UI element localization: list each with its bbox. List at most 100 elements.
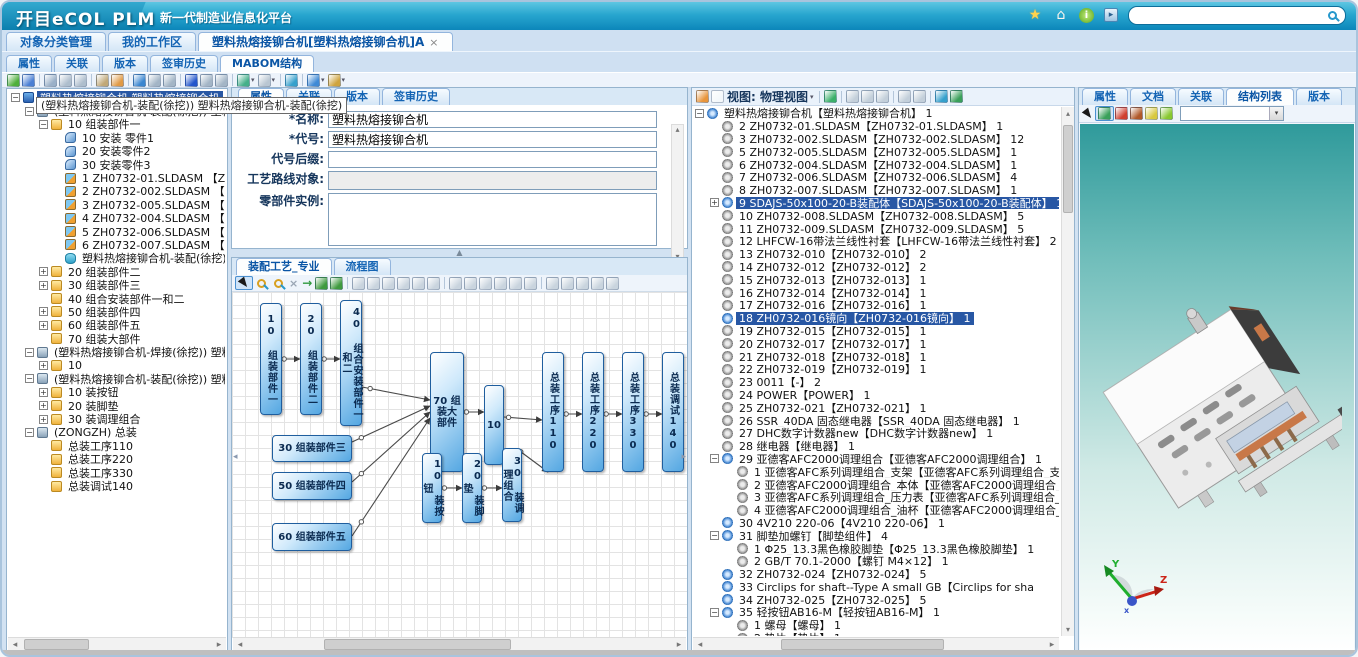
home-icon[interactable]: ⌂	[1053, 7, 1069, 23]
tree-row[interactable]: 1 亚德客AFC系列调理组合_支架【亚德客AFC系列调理组合_支架】	[694, 465, 1059, 478]
right-tab-versions[interactable]: 版本	[1296, 88, 1342, 105]
tree-row[interactable]: 22 ZH0732-019【ZH0732-019】 1	[694, 363, 1059, 376]
scroll-right-icon[interactable]: ▸	[212, 640, 226, 650]
tree-row[interactable]: 33 Circlips for shaft--Type A small GB【C…	[694, 580, 1059, 593]
expand-toggle-icon[interactable]: +	[39, 388, 48, 397]
expand-toggle-icon[interactable]: −	[11, 93, 20, 102]
flow-canvas[interactable]: 10 组装部件一20 组装部件二40 组合安装部件一和二70 组装大部件10总装…	[232, 292, 687, 638]
scroll-up-icon[interactable]: ▴	[1062, 107, 1074, 120]
same-height-icon[interactable]	[494, 277, 507, 290]
tree-row[interactable]: −塑料热熔接铆合机【塑料热熔接铆合机】 1	[694, 107, 1059, 120]
panel-toggle-icon[interactable]	[696, 90, 709, 103]
expand-toggle-icon[interactable]: +	[39, 267, 48, 276]
tree-row[interactable]: 2 ZH0732-002.SLDASM 【ZH0732-002.SLDASM】	[9, 185, 225, 198]
tree-row[interactable]: 13 ZH0732-010【ZH0732-010】 2	[694, 248, 1059, 261]
snap-bottom-icon[interactable]	[591, 277, 604, 290]
tree-row[interactable]: −31 脚垫加螺钉【脚垫组件】 4	[694, 529, 1059, 542]
tree-row[interactable]: 26 SSR_40DA 固态继电器【SSR_40DA 固态继电器】 1	[694, 414, 1059, 427]
align-bottom-icon[interactable]	[367, 277, 380, 290]
rotate-icon-selected[interactable]	[1095, 106, 1114, 121]
same-width-icon[interactable]	[479, 277, 492, 290]
flow-node[interactable]: 总装工序220	[582, 352, 604, 472]
tree-row[interactable]: 10 安装 零件1	[9, 131, 225, 144]
dropdown-caret-icon[interactable]: ▾	[272, 76, 276, 84]
right-tab-documents[interactable]: 文档	[1130, 88, 1176, 105]
tree-row[interactable]: 6 ZH0732-007.SLDASM 【ZH0732-007.SLDASM】	[9, 238, 225, 251]
logout-icon[interactable]: ▸	[1104, 8, 1118, 22]
tree-row[interactable]: 18 ZH0732-016镜向【ZH0732-016镜向】 1	[694, 312, 1059, 325]
tree-row[interactable]: 27 DHC数字计数器new【DHC数字计数器new】 1	[694, 427, 1059, 440]
expand-v-icon[interactable]	[561, 277, 574, 290]
select-cursor-icon[interactable]	[238, 277, 250, 290]
structure-clone-icon[interactable]	[74, 74, 87, 87]
combo-caret-icon[interactable]: ▾	[1269, 107, 1283, 120]
compare-icon[interactable]	[824, 90, 837, 103]
refresh-icon[interactable]	[950, 90, 963, 103]
left-tree-hscrollbar[interactable]: ◂ ▸	[8, 637, 226, 651]
save-icon[interactable]	[22, 74, 35, 87]
close-tab-icon[interactable]: ×	[429, 36, 438, 49]
flow-node[interactable]: 50 组装部件四	[272, 472, 352, 500]
tree-row[interactable]: −29 亚德客AFC2000调理组合【亚德客AFC2000调理组合】 1	[694, 453, 1059, 466]
edit-icon[interactable]	[7, 74, 20, 87]
tree-row[interactable]: 5 ZH0732-006.SLDASM 【ZH0732-006.SLDASM】	[9, 225, 225, 238]
scroll-right-icon[interactable]: ▸	[1045, 640, 1059, 650]
expand-toggle-icon[interactable]: −	[710, 454, 719, 463]
search-icon[interactable]	[935, 90, 948, 103]
tree-row[interactable]: +30 装调理组合	[9, 412, 225, 425]
flow-node[interactable]: 20 组装部件二	[300, 303, 322, 415]
flow-node[interactable]: 10 组装部件一	[260, 303, 282, 415]
expand-toggle-icon[interactable]: −	[25, 428, 34, 437]
expand-toggle-icon[interactable]: +	[39, 415, 48, 424]
tree-row[interactable]: +20 组装部件二	[9, 265, 225, 278]
distribute-v-icon[interactable]	[464, 277, 477, 290]
name-field[interactable]	[328, 111, 657, 128]
tree-row[interactable]: 30 安装零件3	[9, 158, 225, 171]
tree-row[interactable]: 25 ZH0732-021【ZH0732-021】 1	[694, 401, 1059, 414]
flow-tab-assembly-process[interactable]: 装配工艺_专业	[236, 258, 332, 275]
redo-link-icon[interactable]	[330, 277, 343, 290]
expand-toggle-icon[interactable]: −	[710, 531, 719, 540]
export-icon[interactable]	[328, 74, 341, 87]
layout-view-icon[interactable]	[258, 74, 271, 87]
align-left-icon[interactable]	[382, 277, 395, 290]
snap-top-icon[interactable]	[576, 277, 589, 290]
expand-toggle-icon[interactable]: −	[710, 608, 719, 617]
tree-row[interactable]: 15 ZH0732-013【ZH0732-013】 1	[694, 273, 1059, 286]
expand-h-icon[interactable]	[546, 277, 559, 290]
flow-node[interactable]: 30 组装部件三	[272, 435, 352, 462]
tab-current-object[interactable]: 塑料热熔接铆合机[塑料热熔接铆合机]A×	[198, 32, 452, 51]
tree-row[interactable]: 10 ZH0732-008.SLDASM【ZH0732-008.SLDASM】 …	[694, 209, 1059, 222]
dropdown-caret-icon[interactable]: ▾	[321, 76, 325, 84]
tree-row[interactable]: 1 Φ25_13.3黑色橡胶脚垫【Φ25_13.3黑色橡胶脚垫】 1	[694, 542, 1059, 555]
tree-row[interactable]: +9 SDAJS-50x100-20-B装配体【SDAJS-50x100-20-…	[694, 197, 1059, 210]
tab-mabom-structure[interactable]: MABOM结构	[220, 55, 314, 72]
tree-row[interactable]: −(ZONGZH) 总装	[9, 426, 225, 439]
tree-row[interactable]: 6 ZH0732-004.SLDASM【ZH0732-004.SLDASM】 1	[694, 158, 1059, 171]
fit-view-icon[interactable]	[1160, 107, 1173, 120]
tree-row[interactable]: 总装工序220	[9, 453, 225, 466]
search-icon[interactable]	[285, 74, 298, 87]
part-instance-field[interactable]	[328, 193, 657, 246]
collapse-left-icon[interactable]: ◂	[233, 452, 238, 462]
right-tab-relations[interactable]: 关联	[1178, 88, 1224, 105]
tree-row[interactable]: 4 ZH0732-004.SLDASM 【ZH0732-004.SLDASM】	[9, 212, 225, 225]
viewer-3d-canvas[interactable]: Y Z x	[1080, 124, 1354, 651]
tab-my-workspace[interactable]: 我的工作区	[108, 32, 196, 51]
tree-row[interactable]: 2 ZH0732-01.SLDASM【ZH0732-01.SLDASM】 1	[694, 120, 1059, 133]
rotate-icon[interactable]	[1098, 107, 1111, 120]
zoom-window-icon[interactable]	[1145, 107, 1158, 120]
tree-row[interactable]: +60 组装部件五	[9, 319, 225, 332]
flow-node[interactable]: 总装工序110	[542, 352, 564, 472]
form-vscrollbar[interactable]: ▴ ▾	[671, 124, 684, 262]
scroll-left-icon[interactable]: ◂	[233, 640, 247, 650]
find-prev-icon[interactable]	[215, 74, 228, 87]
expand-toggle-icon[interactable]: −	[25, 107, 34, 116]
node-up-icon[interactable]	[148, 74, 161, 87]
tree-row[interactable]: 2 GB/T 70.1-2000【螺钉 M4×12】 1	[694, 555, 1059, 568]
copy-icon[interactable]	[96, 74, 109, 87]
scroll-down-icon[interactable]: ▾	[1062, 623, 1074, 636]
tree-row[interactable]: 32 ZH0732-024【ZH0732-024】 5	[694, 568, 1059, 581]
same-size-icon[interactable]	[509, 277, 522, 290]
tab-versions[interactable]: 版本	[102, 55, 148, 72]
